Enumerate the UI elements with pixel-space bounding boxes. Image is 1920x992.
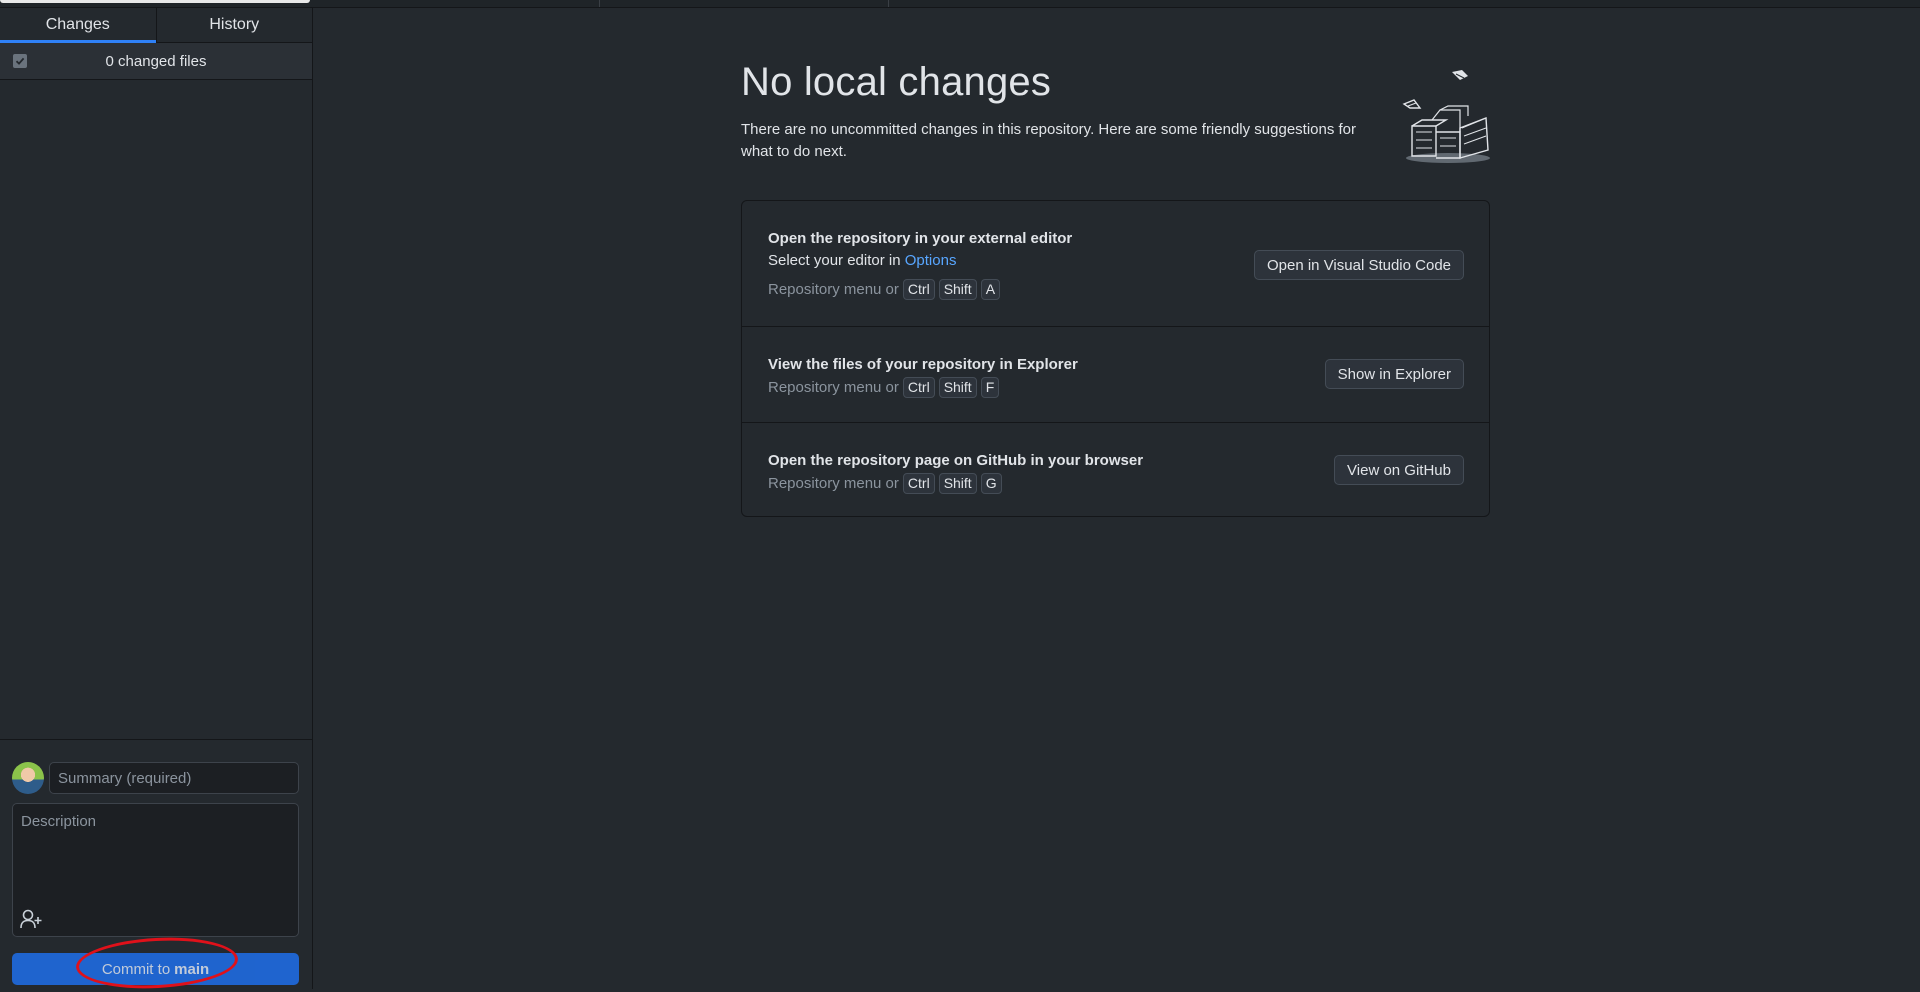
- suggestion-open-editor: Open the repository in your external edi…: [742, 201, 1489, 326]
- suggestion-description-text: Select your editor in: [768, 252, 901, 269]
- key-ctrl: Ctrl: [902, 279, 935, 300]
- commit-panel: Summary (required) Description Commit to…: [0, 739, 312, 990]
- key-ctrl: Ctrl: [902, 473, 935, 494]
- button-label: Open in Visual Studio Code: [1266, 256, 1451, 274]
- empty-state-illustration: [1402, 70, 1490, 163]
- key-a: A: [980, 279, 1001, 300]
- description-placeholder: Description: [21, 813, 97, 830]
- toolbar-current-repository[interactable]: [0, 0, 310, 3]
- tab-changes[interactable]: Changes: [0, 8, 156, 43]
- sidebar-tabs: Changes History: [0, 8, 312, 43]
- keyboard-shortcut: Repository menu or Ctrl Shift A: [768, 279, 1001, 300]
- button-label: Show in Explorer: [1337, 365, 1451, 383]
- changed-files-count: 0 changed files: [105, 52, 207, 70]
- page-subtitle: There are no uncommitted changes in this…: [741, 121, 1357, 160]
- shortcut-prefix: Repository menu or: [768, 281, 899, 298]
- suggestion-heading: Open the repository in your external edi…: [768, 230, 1073, 247]
- summary-input[interactable]: Summary (required): [49, 762, 299, 794]
- toolbar-divider: [888, 0, 889, 7]
- select-all-checkbox[interactable]: [13, 54, 27, 68]
- toolbar-divider: [599, 0, 600, 7]
- key-ctrl: Ctrl: [902, 377, 935, 398]
- key-g: G: [980, 473, 1002, 494]
- suggestion-description: Select your editor in Options: [768, 252, 956, 269]
- top-toolbar: [0, 0, 1920, 8]
- options-link[interactable]: Options: [905, 252, 957, 269]
- page-title: No local changes: [741, 60, 1052, 104]
- commit-button[interactable]: Commit to main: [12, 953, 299, 985]
- button-label: View on GitHub: [1347, 461, 1451, 479]
- commit-branch-name: main: [174, 960, 210, 978]
- commit-button-prefix: Commit to: [101, 960, 171, 978]
- tab-label: Changes: [45, 16, 110, 33]
- tab-history[interactable]: History: [155, 8, 313, 42]
- checkmark-icon: [15, 57, 25, 65]
- open-in-vscode-button[interactable]: Open in Visual Studio Code: [1253, 250, 1464, 280]
- sidebar: Changes History 0 changed files Summary …: [0, 8, 313, 990]
- view-on-github-button[interactable]: View on GitHub: [1334, 455, 1464, 485]
- key-shift: Shift: [938, 473, 977, 494]
- suggestion-view-github: Open the repository page on GitHub in yo…: [742, 422, 1489, 516]
- description-textarea[interactable]: Description: [12, 803, 299, 937]
- suggestions-panel: Open the repository in your external edi…: [741, 200, 1490, 517]
- shortcut-prefix: Repository menu or: [768, 379, 899, 396]
- suggestion-show-explorer: View the files of your repository in Exp…: [742, 326, 1489, 422]
- key-shift: Shift: [938, 377, 977, 398]
- suggestion-heading: View the files of your repository in Exp…: [768, 356, 1078, 373]
- shortcut-prefix: Repository menu or: [768, 475, 899, 492]
- keyboard-shortcut: Repository menu or Ctrl Shift F: [768, 377, 1000, 398]
- keyboard-shortcut: Repository menu or Ctrl Shift G: [768, 473, 1002, 494]
- suggestion-heading: Open the repository page on GitHub in yo…: [768, 452, 1144, 469]
- key-shift: Shift: [938, 279, 977, 300]
- avatar: [12, 762, 44, 794]
- key-f: F: [980, 377, 1000, 398]
- add-coauthor-icon[interactable]: [19, 908, 43, 930]
- tab-label: History: [209, 16, 260, 33]
- show-in-explorer-button[interactable]: Show in Explorer: [1324, 359, 1464, 389]
- changed-files-header: 0 changed files: [0, 43, 312, 80]
- summary-placeholder: Summary (required): [58, 769, 192, 787]
